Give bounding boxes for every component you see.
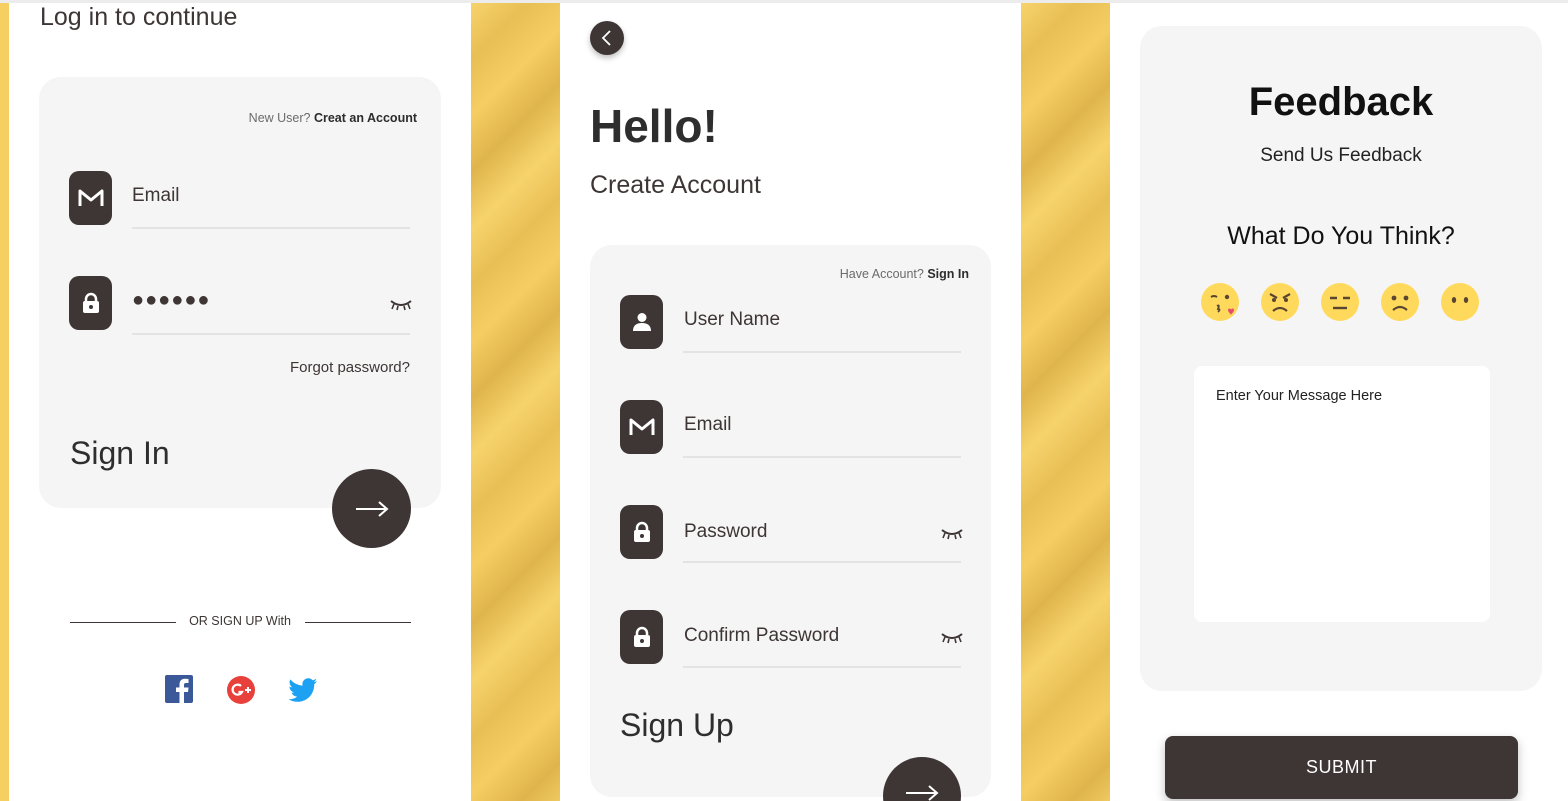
login-subtitle: Log in to continue bbox=[40, 3, 238, 31]
signup-screen: Hello! Create Account Have Account? Sign… bbox=[560, 3, 1021, 801]
no-mouth-face-icon[interactable] bbox=[1441, 283, 1479, 321]
lock-icon bbox=[620, 610, 663, 664]
lock-icon bbox=[620, 505, 663, 559]
sign-in-title: Sign In bbox=[70, 435, 170, 471]
facebook-icon[interactable] bbox=[165, 675, 193, 703]
signup-password-underline bbox=[683, 561, 961, 563]
eye-closed-icon[interactable] bbox=[941, 632, 963, 644]
email-icon bbox=[620, 400, 663, 454]
feedback-question: What Do You Think? bbox=[1227, 222, 1455, 250]
password-field[interactable]: ●●●●●● bbox=[132, 289, 210, 312]
eye-closed-icon[interactable] bbox=[941, 528, 963, 540]
gold-stripe-right bbox=[1021, 3, 1110, 801]
message-placeholder: Enter Your Message Here bbox=[1216, 388, 1383, 404]
email-field[interactable]: Email bbox=[132, 185, 180, 207]
email-icon bbox=[69, 171, 112, 225]
divider-left bbox=[70, 622, 176, 623]
arrow-right-icon bbox=[355, 500, 389, 517]
have-account-text: Have Account? Sign In bbox=[840, 267, 969, 281]
password-underline bbox=[132, 333, 410, 335]
lock-icon bbox=[69, 276, 112, 330]
signup-email-field[interactable]: Email bbox=[684, 414, 732, 436]
back-button[interactable] bbox=[590, 21, 624, 55]
forgot-password-link[interactable]: Forgot password? bbox=[290, 359, 410, 376]
chevron-left-icon bbox=[601, 30, 611, 46]
signup-card: Have Account? Sign In User Name Email Pa… bbox=[590, 245, 991, 797]
message-textarea[interactable]: Enter Your Message Here bbox=[1194, 366, 1490, 622]
new-user-text: New User? Creat an Account bbox=[249, 111, 417, 125]
confirm-password-underline bbox=[683, 666, 961, 668]
expressionless-face-icon[interactable] bbox=[1321, 283, 1359, 321]
sign-in-arrow-button[interactable] bbox=[332, 469, 411, 548]
new-user-prefix: New User? bbox=[248, 111, 314, 125]
username-underline bbox=[683, 351, 961, 353]
google-plus-icon[interactable] bbox=[227, 676, 255, 704]
confirm-password-field[interactable]: Confirm Password bbox=[684, 625, 839, 647]
login-screen: Log in to continue New User? Creat an Ac… bbox=[9, 3, 471, 801]
gold-stripe-left bbox=[0, 3, 9, 801]
feedback-card: Feedback Send Us Feedback What Do You Th… bbox=[1140, 26, 1542, 691]
username-field[interactable]: User Name bbox=[684, 309, 780, 331]
signup-email-underline bbox=[683, 456, 961, 458]
or-sign-up-text: OR SIGN UP With bbox=[189, 614, 291, 628]
angry-face-icon[interactable] bbox=[1261, 283, 1299, 321]
create-account-link[interactable]: Creat an Account bbox=[314, 111, 417, 125]
kissing-face-icon[interactable] bbox=[1201, 283, 1239, 321]
divider-right bbox=[305, 622, 411, 623]
arrow-right-icon bbox=[906, 785, 939, 801]
have-account-prefix: Have Account? bbox=[839, 267, 928, 281]
submit-button[interactable]: SUBMIT bbox=[1165, 736, 1518, 799]
eye-closed-icon[interactable] bbox=[390, 299, 412, 311]
user-icon bbox=[620, 295, 663, 349]
feedback-title: Feedback bbox=[1248, 80, 1434, 124]
frowning-face-icon[interactable] bbox=[1381, 283, 1419, 321]
feedback-subtitle: Send Us Feedback bbox=[1260, 145, 1422, 166]
sign-up-title: Sign Up bbox=[620, 707, 734, 743]
twitter-icon[interactable] bbox=[288, 678, 318, 703]
login-card: New User? Creat an Account Email ●●●●●● … bbox=[39, 77, 441, 508]
create-account-subtitle: Create Account bbox=[590, 171, 761, 199]
email-underline bbox=[132, 227, 410, 229]
hello-title: Hello! bbox=[590, 100, 718, 152]
feedback-screen: Feedback Send Us Feedback What Do You Th… bbox=[1110, 3, 1568, 801]
signup-password-field[interactable]: Password bbox=[684, 521, 767, 543]
sign-in-link[interactable]: Sign In bbox=[927, 267, 969, 281]
gold-stripe-middle bbox=[471, 3, 560, 801]
